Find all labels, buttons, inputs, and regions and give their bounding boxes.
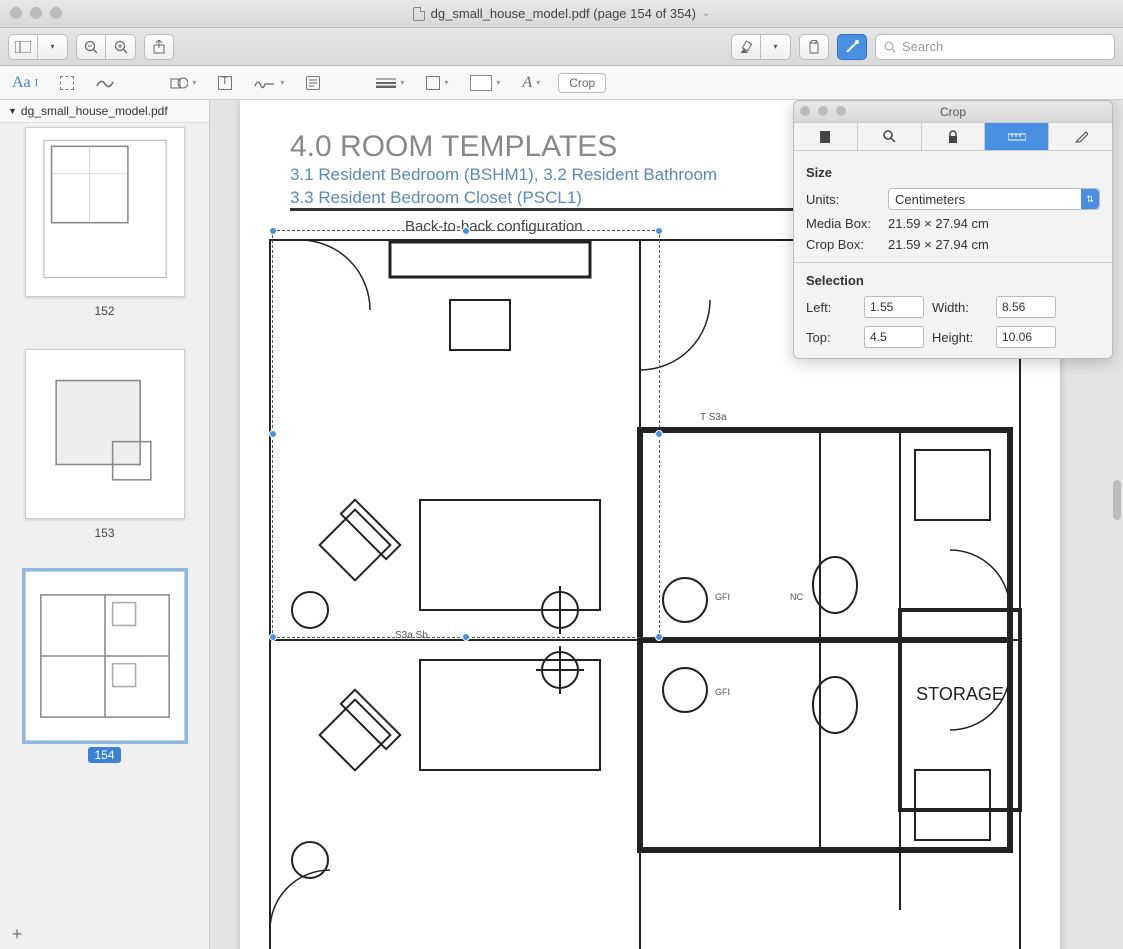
lock-icon [947, 130, 959, 144]
search-icon [883, 130, 896, 143]
svg-text:GFI: GFI [715, 687, 730, 697]
window-title: dg_small_house_model.pdf (page 154 of 35… [431, 6, 696, 21]
selection-tool-button[interactable] [56, 74, 78, 92]
width-label: Width: [932, 300, 988, 315]
thumbnail-154[interactable]: 154 [25, 571, 185, 763]
document-icon [413, 7, 425, 21]
crop-button[interactable]: Crop [558, 73, 606, 93]
storage-label: STORAGE [916, 684, 1004, 704]
zoom-in-button[interactable] [106, 34, 136, 60]
share-button[interactable] [144, 34, 174, 60]
sidebar-menu-button[interactable]: ▾ [38, 34, 68, 60]
size-section-label: Size [806, 165, 1100, 180]
markup-toolbar: AaI ▾ T ▾ ▾ ▾ ▾ A▾ Crop [0, 66, 1123, 100]
thumbnail-152[interactable]: 152 [25, 127, 185, 319]
inspector-titlebar[interactable]: Crop [794, 101, 1112, 123]
page-heading: 4.0 ROOM TEMPLATES [290, 130, 617, 164]
units-label: Units: [806, 192, 880, 207]
window-controls[interactable] [10, 7, 62, 19]
vertical-scrollbar[interactable] [1113, 480, 1121, 520]
tab-pencil[interactable] [1049, 123, 1112, 150]
sketch-tool-button[interactable] [92, 74, 118, 92]
page-subheading-1: 3.1 Resident Bedroom (BSHM1), 3.2 Reside… [290, 165, 717, 185]
cropbox-label: Crop Box: [806, 237, 880, 252]
svg-text:S3a Sb: S3a Sb [395, 630, 428, 641]
main-toolbar: ▾ ▾ Search [0, 28, 1123, 66]
zoom-out-button[interactable] [76, 34, 106, 60]
title-chevron-icon: ⌄ [702, 8, 710, 19]
zoom-icon[interactable] [50, 7, 62, 19]
text-tool-button[interactable]: AaI [8, 72, 42, 94]
titlebar: dg_small_house_model.pdf (page 154 of 35… [0, 0, 1123, 28]
search-field[interactable]: Search [875, 34, 1115, 60]
svg-text:T S3a: T S3a [700, 412, 727, 423]
mediabox-label: Media Box: [806, 216, 880, 231]
ruler-icon [1008, 132, 1026, 142]
document-icon [819, 130, 831, 144]
units-value: Centimeters [895, 192, 965, 207]
sidebar-filename: dg_small_house_model.pdf [21, 104, 168, 118]
document-canvas[interactable]: 4.0 ROOM TEMPLATES 3.1 Resident Bedroom … [210, 100, 1123, 949]
text-style-button[interactable]: A▾ [518, 72, 544, 94]
svg-text:GFI: GFI [715, 592, 730, 602]
thumbnail-label: 154 [88, 747, 120, 763]
mediabox-value: 21.59 × 27.94 cm [888, 216, 989, 231]
selection-section-label: Selection [806, 273, 1100, 288]
page-subheading-2: 3.3 Resident Bedroom Closet (PSCL1) [290, 188, 582, 208]
thumbnail-label: 152 [88, 303, 120, 319]
units-select[interactable]: Centimeters ⇅ [888, 188, 1100, 210]
top-label: Top: [806, 330, 856, 345]
shapes-button[interactable]: ▾ [166, 74, 200, 92]
width-input[interactable]: 8.56 [996, 296, 1056, 318]
left-label: Left: [806, 300, 856, 315]
tab-search[interactable] [858, 123, 922, 150]
line-weight-button[interactable]: ▾ [372, 76, 408, 90]
cropbox-value: 21.59 × 27.94 cm [888, 237, 989, 252]
disclosure-triangle-icon[interactable]: ▼ [8, 106, 17, 116]
inspector-tabs [794, 123, 1112, 151]
title-wrap[interactable]: dg_small_house_model.pdf (page 154 of 35… [413, 6, 711, 21]
tab-ruler[interactable] [985, 123, 1049, 150]
crop-inspector[interactable]: Crop Size Units: Centimeters ⇅ [793, 100, 1113, 359]
sidebar-toggle-button[interactable] [8, 34, 38, 60]
sidebar-header[interactable]: ▼ dg_small_house_model.pdf [0, 100, 209, 123]
thumbnail-153[interactable]: 153 [25, 349, 185, 541]
add-page-button[interactable]: + [8, 925, 26, 943]
text-box-button[interactable]: T [214, 74, 236, 92]
tab-lock[interactable] [922, 123, 986, 150]
top-input[interactable]: 4.5 [864, 326, 924, 348]
select-arrows-icon: ⇅ [1081, 189, 1099, 209]
fill-color-button[interactable]: ▾ [466, 73, 504, 93]
highlight-button[interactable] [731, 34, 761, 60]
thumbnail-sidebar: ▼ dg_small_house_model.pdf 152 153 154 + [0, 100, 210, 949]
thumbnail-label: 153 [88, 525, 120, 541]
pencil-icon [1074, 130, 1088, 144]
height-input[interactable]: 10.06 [996, 326, 1056, 348]
height-label: Height: [932, 330, 988, 345]
stroke-color-button[interactable]: ▾ [422, 74, 452, 92]
search-icon [884, 41, 896, 53]
inspector-title: Crop [940, 105, 966, 119]
left-input[interactable]: 1.55 [864, 296, 924, 318]
highlight-menu-button[interactable]: ▾ [761, 34, 791, 60]
inspector-window-controls[interactable] [800, 106, 846, 116]
search-placeholder: Search [902, 39, 943, 54]
minimize-icon[interactable] [30, 7, 42, 19]
note-button[interactable] [302, 74, 324, 92]
markup-button[interactable] [837, 34, 867, 60]
svg-text:NC: NC [790, 592, 803, 602]
tab-document[interactable] [794, 123, 858, 150]
close-icon[interactable] [10, 7, 22, 19]
sign-button[interactable]: ▾ [250, 74, 288, 92]
rotate-button[interactable] [799, 34, 829, 60]
